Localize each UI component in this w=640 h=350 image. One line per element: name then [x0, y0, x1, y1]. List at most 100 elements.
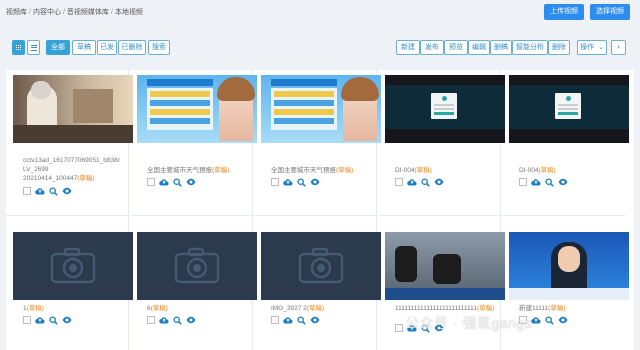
draft-status: (草稿) — [212, 167, 230, 174]
video-title-text: 全国主要城市天气预报 — [147, 167, 212, 174]
breadcrumb-item[interactable]: 音视频媒体库 — [67, 9, 109, 16]
grid-view-button[interactable] — [12, 40, 25, 55]
new-button[interactable]: 新建 — [396, 40, 420, 55]
video-thumbnail[interactable] — [509, 232, 629, 300]
eye-icon[interactable] — [434, 178, 444, 186]
eye-icon[interactable] — [310, 178, 320, 186]
eye-icon[interactable] — [310, 316, 320, 324]
select-checkbox[interactable] — [147, 316, 155, 324]
cloud-upload-icon[interactable] — [159, 178, 169, 186]
search-icon[interactable] — [49, 186, 58, 196]
video-thumbnail[interactable] — [13, 75, 133, 143]
eye-icon[interactable] — [62, 187, 72, 195]
search-icon[interactable] — [545, 177, 554, 187]
video-subtitle: 20210414_100447 — [23, 175, 78, 182]
video-card[interactable]: DI-004(草稿) — [378, 70, 505, 216]
smart-analysis-button[interactable]: 智能分析 — [512, 40, 548, 55]
breadcrumb-item[interactable]: 内容中心 — [33, 9, 61, 16]
select-checkbox[interactable] — [271, 178, 279, 186]
video-thumbnail-placeholder[interactable] — [137, 232, 257, 300]
delete-button[interactable]: 删除 — [548, 40, 570, 55]
video-card[interactable]: DI-004(草稿) — [502, 70, 629, 216]
video-thumbnail-placeholder[interactable] — [13, 232, 133, 300]
eye-icon[interactable] — [62, 316, 72, 324]
search-icon[interactable] — [49, 315, 58, 325]
select-checkbox[interactable] — [271, 316, 279, 324]
video-thumbnail[interactable] — [385, 232, 505, 300]
filter-all[interactable]: 全部 — [46, 40, 70, 55]
cloud-upload-icon[interactable] — [35, 187, 45, 195]
video-card[interactable]: cctv13ad_1617077069051_b838rLV_2699 20210… — [6, 70, 133, 216]
eye-icon[interactable] — [558, 316, 568, 324]
eye-icon[interactable] — [558, 178, 568, 186]
video-title: 11111111111111111111111111(草稿) — [395, 304, 495, 313]
filter-published[interactable]: 已发 — [97, 40, 117, 55]
select-checkbox[interactable] — [23, 316, 31, 324]
filter-deleted[interactable]: 已删除 — [118, 40, 146, 55]
next-page-button[interactable]: › — [611, 40, 626, 55]
breadcrumb: 视频库 / 内容中心 / 音视频媒体库 / 本地视频 — [6, 9, 143, 16]
camera-icon — [297, 246, 345, 288]
filter-draft[interactable]: 草稿 — [72, 40, 96, 55]
cloud-upload-icon[interactable] — [159, 316, 169, 324]
edit-button[interactable]: 编辑 — [468, 40, 490, 55]
select-checkbox[interactable] — [395, 324, 403, 332]
cloud-upload-icon[interactable] — [283, 178, 293, 186]
operation-dropdown[interactable]: 操作 ⌄ — [577, 40, 607, 55]
video-card[interactable]: 全国主要城市天气预报(草稿) — [254, 70, 381, 216]
select-checkbox[interactable] — [23, 187, 31, 195]
video-thumbnail[interactable] — [385, 75, 505, 143]
cloud-upload-icon[interactable] — [283, 316, 293, 324]
upload-video-button[interactable]: 上传视频 — [544, 4, 584, 20]
video-title: 1(草稿) — [23, 304, 123, 313]
cloud-upload-icon[interactable] — [531, 316, 541, 324]
draft-status: (草稿) — [476, 305, 495, 312]
card-actions — [271, 315, 320, 325]
video-title: 6(草稿) — [147, 304, 247, 313]
toolbar: 全部 草稿 已发 已删除 搜索 新建 发布 预览 编辑 删稿 智能分析 删除 操… — [6, 36, 634, 58]
cloud-upload-icon[interactable] — [531, 178, 541, 186]
filter-search[interactable]: 搜索 — [148, 40, 170, 55]
video-thumbnail-placeholder[interactable] — [261, 232, 381, 300]
video-title-text: IMG_3927 2 — [271, 305, 307, 312]
camera-icon — [49, 246, 97, 288]
video-title-text: DI-004 — [395, 167, 415, 174]
video-card[interactable]: 1(草稿) — [6, 216, 133, 350]
video-title: cctv13ad_1617077069051_b838rLV_2699 20210… — [23, 156, 123, 183]
search-icon[interactable] — [297, 177, 306, 187]
video-card[interactable]: 全国主要城市天气预报(草稿) — [130, 70, 257, 216]
search-icon[interactable] — [173, 315, 182, 325]
video-card[interactable]: IMG_3927 2(草稿) — [254, 216, 381, 350]
draft-status: (草稿) — [26, 305, 44, 312]
cloud-upload-icon[interactable] — [407, 178, 417, 186]
video-thumbnail[interactable] — [261, 75, 381, 143]
draft-status: (草稿) — [548, 305, 566, 312]
select-checkbox[interactable] — [519, 178, 527, 186]
search-icon[interactable] — [297, 315, 306, 325]
eye-icon[interactable] — [186, 316, 196, 324]
list-view-button[interactable] — [27, 40, 40, 55]
video-title-text: cctv13ad_1617077069051_b838rLV_2699 — [23, 157, 120, 173]
card-actions — [147, 315, 196, 325]
draft-status: (草稿) — [414, 167, 432, 174]
select-checkbox[interactable] — [147, 178, 155, 186]
video-thumbnail[interactable] — [137, 75, 257, 143]
draft-status: (草稿) — [77, 175, 95, 182]
cloud-upload-icon[interactable] — [35, 316, 45, 324]
delete-draft-button[interactable]: 删稿 — [490, 40, 512, 55]
watermark: 公众号 · 强氧gangs — [405, 315, 533, 331]
search-icon[interactable] — [173, 177, 182, 187]
video-title: 全国主要城市天气预报(草稿) — [271, 166, 371, 175]
publish-button[interactable]: 发布 — [420, 40, 444, 55]
search-icon[interactable] — [545, 315, 554, 325]
select-video-button[interactable]: 选择视频 — [590, 4, 630, 20]
eye-icon[interactable] — [186, 178, 196, 186]
video-thumbnail[interactable] — [509, 75, 629, 143]
video-card[interactable]: 6(草稿) — [130, 216, 257, 350]
video-title-text: 新建11111 — [519, 305, 549, 312]
grid-icon — [16, 45, 22, 51]
select-checkbox[interactable] — [395, 178, 403, 186]
search-icon[interactable] — [421, 177, 430, 187]
preview-button[interactable]: 预览 — [444, 40, 468, 55]
breadcrumb-item[interactable]: 视频库 — [6, 9, 27, 16]
